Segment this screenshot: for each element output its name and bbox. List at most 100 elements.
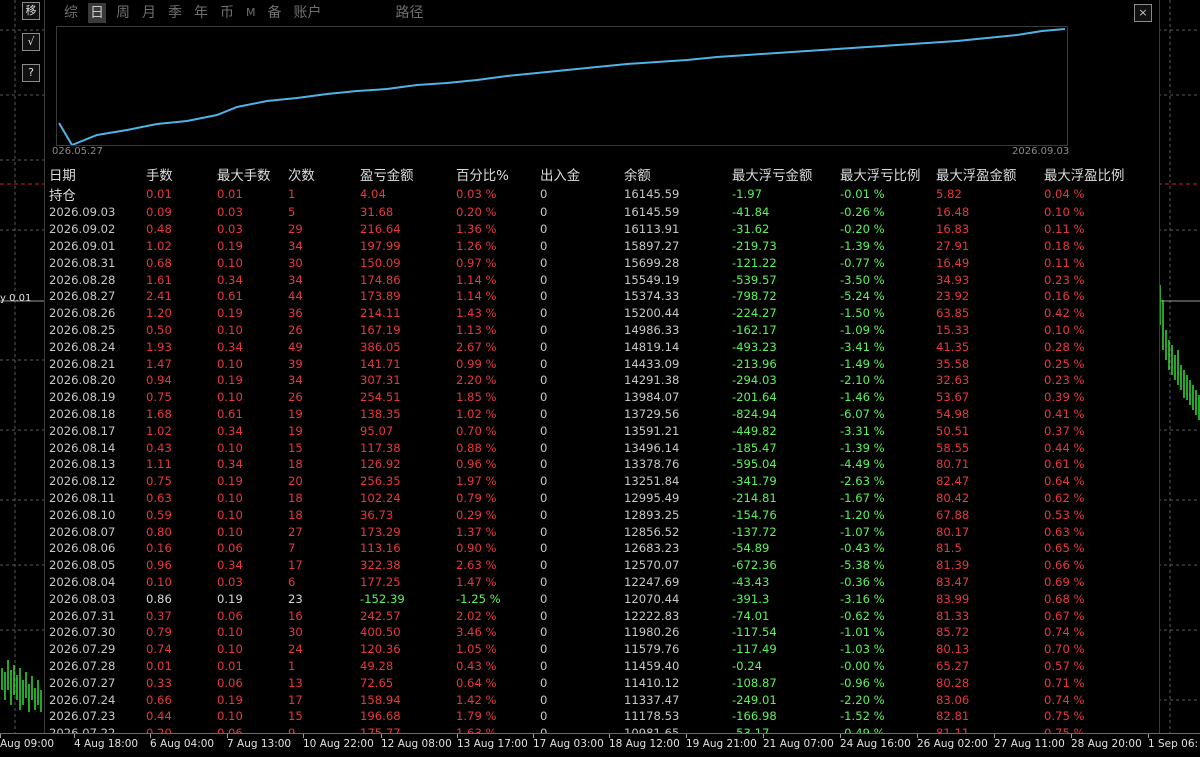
tab-month[interactable]: 月 xyxy=(140,3,158,23)
table-cell-6-8: -213.96 xyxy=(732,356,777,371)
help-button[interactable]: ? xyxy=(22,64,40,82)
table-row[interactable]: 2026.08.31 0.68 0.10 30 150.09 0.97 % 0 15699.2… xyxy=(49,254,1134,271)
header-date[interactable]: 日期 xyxy=(49,164,146,184)
table-cell-6-9: -1.39 % xyxy=(840,440,885,455)
table-row[interactable]: 2026.08.14 0.43 0.10 15 117.38 0.88 % 0 13496.1… xyxy=(49,439,1134,456)
tab-quarter[interactable]: 季 xyxy=(166,3,184,23)
table-row[interactable]: 2026.07.27 0.33 0.06 13 72.65 0.64 % 0 11410.12… xyxy=(49,674,1134,691)
time-axis-label: 17 Aug 03:00 xyxy=(533,738,604,750)
table-row[interactable]: 2026.08.11 0.63 0.10 18 102.24 0.79 % 0 12995.4… xyxy=(49,490,1134,507)
table-row[interactable]: 2026.08.26 1.20 0.19 36 214.11 1.43 % 0 15200.4… xyxy=(49,305,1134,322)
equity-line xyxy=(58,28,1066,147)
header-max-float-profit[interactable]: 最大浮盈金额 xyxy=(936,164,1044,184)
move-button[interactable]: 移 xyxy=(22,2,40,20)
table-cell-6-11: 0.75 % xyxy=(1044,709,1085,724)
table-row[interactable]: 2026.08.06 0.16 0.06 7 113.16 0.90 % 0 12683.23… xyxy=(49,540,1134,557)
header-trades[interactable]: 次数 xyxy=(288,164,360,184)
table-row[interactable]: 2026.08.04 0.10 0.03 6 177.25 1.47 % 0 12247.69… xyxy=(49,574,1134,591)
table-cell-4-2: 0.10 xyxy=(217,390,243,405)
header-max-float-loss[interactable]: 最大浮亏金额 xyxy=(732,164,840,184)
table-row[interactable]: 2026.09.03 0.09 0.03 5 31.68 0.20 % 0 16145.59 -… xyxy=(49,204,1134,221)
table-row[interactable]: 2026.07.31 0.37 0.06 16 242.57 2.02 % 0 12222.8… xyxy=(49,607,1134,624)
header-deposit[interactable]: 出入金 xyxy=(540,164,624,184)
header-lots[interactable]: 手数 xyxy=(146,164,217,184)
check-button[interactable]: √ xyxy=(22,33,40,51)
table-row[interactable]: 2026.07.28 0.01 0.01 1 49.28 0.43 % 0 11459.40 -… xyxy=(49,658,1134,675)
table-row[interactable]: 2026.08.20 0.94 0.19 34 307.31 2.20 % 0 14291.3… xyxy=(49,372,1134,389)
tab-week[interactable]: 周 xyxy=(114,3,132,23)
tab-currency[interactable]: 币 xyxy=(218,3,236,23)
table-row[interactable]: 2026.08.28 1.61 0.34 34 174.86 1.14 % 0 15549.1… xyxy=(49,271,1134,288)
table-cell-4-5: 1.97 % xyxy=(456,474,497,489)
table-row[interactable]: 2026.08.05 0.96 0.34 17 322.38 2.63 % 0 12570.0… xyxy=(49,557,1134,574)
tab-day[interactable]: 日 xyxy=(88,3,106,23)
table-row[interactable]: 2026.07.29 0.74 0.10 24 120.36 1.05 % 0 11579.7… xyxy=(49,641,1134,658)
table-row[interactable]: 2026.08.07 0.80 0.10 27 173.29 1.37 % 0 12856.5… xyxy=(49,523,1134,540)
table-cell-4-2: 0.10 xyxy=(217,625,243,640)
table-row[interactable]: 2026.08.21 1.47 0.10 39 141.71 0.99 % 0 14433.0… xyxy=(49,355,1134,372)
header-max-lots[interactable]: 最大手数 xyxy=(217,164,288,184)
table-cell-6-8: -493.23 xyxy=(732,339,777,354)
header-balance[interactable]: 余额 xyxy=(624,164,732,184)
table-cell-6-9: -1.67 % xyxy=(840,490,885,505)
table-cell-6-8: -117.49 xyxy=(732,642,777,657)
table-row[interactable]: 2026.08.24 1.93 0.34 49 386.05 2.67 % 0 14819.1… xyxy=(49,338,1134,355)
table-cell-6-8: -154.76 xyxy=(732,507,777,522)
table-row[interactable]: 2026.07.24 0.66 0.19 17 158.94 1.42 % 0 11337.4… xyxy=(49,691,1134,708)
close-button[interactable]: × xyxy=(1134,4,1152,22)
table-cell-2-7: 16145.59 xyxy=(624,187,680,201)
table-row[interactable]: 2026.08.13 1.11 0.34 18 126.92 0.96 % 0 13378.7… xyxy=(49,456,1134,473)
table-row-position[interactable]: 持仓 0.01 0.01 1 4.04 0.03 % 0 16145.59 -1.97 -0.01… xyxy=(49,184,1134,204)
tab-summary[interactable]: 综 xyxy=(62,3,80,23)
table-row[interactable]: 2026.08.03 0.86 0.19 23 -152.39 -1.25 % 0 12070… xyxy=(49,590,1134,607)
table-cell-6-10: 65.27 xyxy=(936,658,970,673)
table-cell-3-6: 0 xyxy=(540,272,548,287)
table-cell-2-3: 7 xyxy=(288,541,296,556)
table-row[interactable]: 2026.08.27 2.41 0.61 44 173.89 1.14 % 0 15374.3… xyxy=(49,288,1134,305)
table-cell-3-6: 0 xyxy=(540,591,548,606)
table-cell-6-10: 41.35 xyxy=(936,339,970,354)
table-cell-3-6: 0 xyxy=(540,222,548,237)
table-cell-3-6: 0 xyxy=(540,658,548,673)
table-cell-6-11: 0.67 % xyxy=(1044,608,1085,623)
table-cell-2-3: 30 xyxy=(288,625,303,640)
table-cell-4-5: 1.37 % xyxy=(456,524,497,539)
table-row[interactable]: 2026.08.25 0.50 0.10 26 167.19 1.13 % 0 14986.3… xyxy=(49,322,1134,339)
table-row[interactable]: 2026.08.18 1.68 0.61 19 138.35 1.02 % 0 13729.5… xyxy=(49,406,1134,423)
tab-magic[interactable]: M xyxy=(244,3,258,23)
table-row[interactable]: 2026.09.01 1.02 0.19 34 197.99 1.26 % 0 15897.2… xyxy=(49,238,1134,255)
header-profit[interactable]: 盈亏金额 xyxy=(360,164,456,184)
table-row[interactable]: 2026.09.02 0.48 0.03 29 216.64 1.36 % 0 16113.9… xyxy=(49,221,1134,238)
tab-path[interactable]: 路径 xyxy=(394,3,426,23)
header-percent[interactable]: 百分比% xyxy=(456,164,540,184)
table-cell-2-0: 2026.08.18 xyxy=(49,406,116,421)
table-row[interactable]: 2026.08.10 0.59 0.10 18 36.73 0.29 % 0 12893.25… xyxy=(49,506,1134,523)
tab-note[interactable]: 备 xyxy=(266,3,284,23)
table-cell-2-3: 6 xyxy=(288,574,296,589)
table-row[interactable]: 2026.08.12 0.75 0.19 20 256.35 1.97 % 0 13251.8… xyxy=(49,473,1134,490)
table-cell-6-10: 83.06 xyxy=(936,692,970,707)
table-cell-6-10: 5.82 xyxy=(936,187,962,201)
table-cell-2-0: 2026.07.28 xyxy=(49,658,116,673)
table-cell-4-5: 0.88 % xyxy=(456,440,497,455)
table-cell-4-4: 173.89 xyxy=(360,289,401,304)
tab-account[interactable]: 账户 xyxy=(292,3,324,23)
table-row[interactable]: 2026.07.23 0.44 0.10 15 196.68 1.79 % 0 11178.5… xyxy=(49,708,1134,725)
header-max-float-profit-pct[interactable]: 最大浮盈比例 xyxy=(1044,164,1134,184)
table-cell-2-7: 14433.09 xyxy=(624,356,680,371)
time-axis-tick xyxy=(1148,734,1149,738)
header-max-float-loss-pct[interactable]: 最大浮亏比例 xyxy=(840,164,936,184)
tab-year[interactable]: 年 xyxy=(192,3,210,23)
table-cell-2-0: 2026.09.03 xyxy=(49,205,116,220)
table-cell-6-9: -3.31 % xyxy=(840,423,885,438)
table-cell-6-8: -249.01 xyxy=(732,692,777,707)
table-row[interactable]: 2026.08.17 1.02 0.34 19 95.07 0.70 % 0 13591.21… xyxy=(49,422,1134,439)
table-cell-6-11: 0.44 % xyxy=(1044,440,1085,455)
table-cell-6-8: -41.84 xyxy=(732,205,770,220)
table-cell-4-4: 242.57 xyxy=(360,608,401,623)
table-cell-2-1: 0.66 xyxy=(146,692,172,707)
table-row[interactable]: 2026.07.30 0.79 0.10 30 400.50 3.46 % 0 11980.2… xyxy=(49,624,1134,641)
table-row[interactable]: 2026.08.19 0.75 0.10 26 254.51 1.85 % 0 13984.0… xyxy=(49,389,1134,406)
table-cell-2-1: 0.63 xyxy=(146,490,172,505)
table-cell-2-0: 2026.08.28 xyxy=(49,272,116,287)
